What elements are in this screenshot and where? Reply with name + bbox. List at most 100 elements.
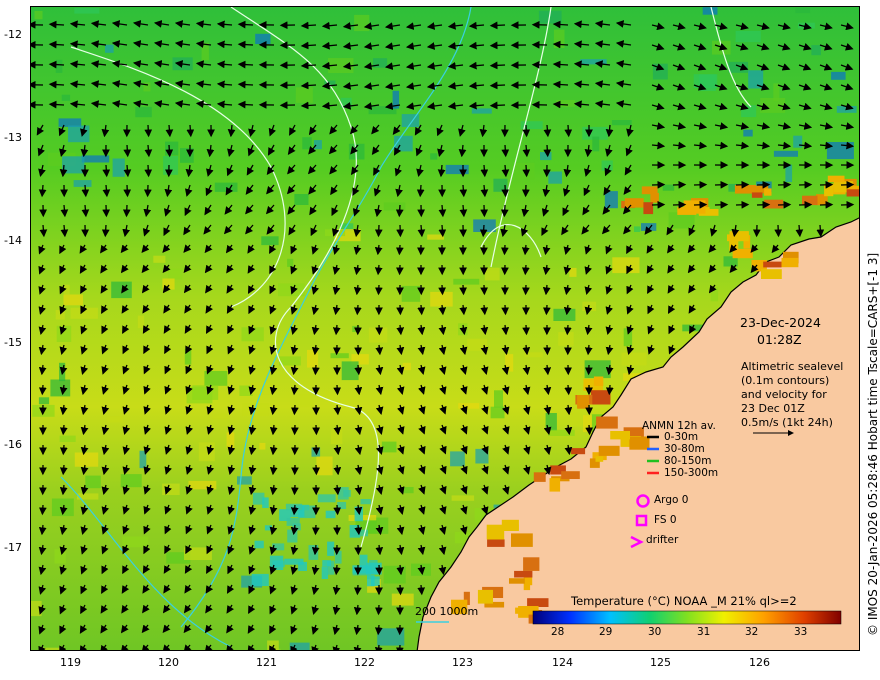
warm-patch xyxy=(763,261,782,268)
warm-patch xyxy=(577,395,590,409)
sst-patch xyxy=(698,74,716,91)
velocity-arrow xyxy=(459,204,468,218)
velocity-arrow xyxy=(353,584,362,596)
velocity-arrow xyxy=(552,20,569,29)
warm-patch xyxy=(824,184,834,197)
velocity-arrow xyxy=(300,41,317,50)
velocity-arrow xyxy=(81,184,90,198)
sst-patch xyxy=(702,7,718,15)
velocity-arrow xyxy=(59,424,68,436)
velocity-arrow xyxy=(354,524,363,536)
sst-patch xyxy=(453,278,480,285)
velocity-arrow xyxy=(290,404,299,416)
sst-patch xyxy=(795,7,811,14)
velocity-arrow xyxy=(374,264,383,276)
velocity-arrow xyxy=(374,624,383,636)
velocity-arrow xyxy=(123,184,132,198)
velocity-arrow xyxy=(48,20,65,29)
sst-patch xyxy=(343,490,351,497)
sst-patch xyxy=(322,560,332,567)
argo-label: Argo 0 xyxy=(654,494,689,506)
sst-patch xyxy=(773,150,798,157)
warm-patch xyxy=(524,576,533,586)
sst-patch xyxy=(735,30,761,43)
lon-tick: 124 xyxy=(552,656,573,669)
velocity-arrow xyxy=(60,224,69,238)
anmn-legend-item: 0-30m xyxy=(664,431,699,443)
velocity-arrow xyxy=(417,584,426,596)
sst-patch xyxy=(68,125,90,143)
velocity-arrow xyxy=(333,484,342,496)
sst-patch xyxy=(198,442,215,462)
warm-patch xyxy=(764,188,772,196)
sst-patch xyxy=(381,441,397,453)
velocity-arrow xyxy=(237,40,254,49)
velocity-arrow xyxy=(500,204,509,218)
velocity-arrow xyxy=(395,644,404,650)
velocity-arrow xyxy=(480,184,489,198)
lon-tick: 125 xyxy=(650,656,671,669)
warm-patch xyxy=(595,456,604,462)
velocity-arrow xyxy=(521,244,530,256)
sst-patch xyxy=(111,281,132,299)
velocity-arrow xyxy=(311,364,320,376)
sst-patch xyxy=(54,549,66,564)
velocity-arrow xyxy=(186,124,195,138)
velocity-arrow xyxy=(489,61,506,70)
velocity-arrow xyxy=(500,244,509,256)
sst-patch xyxy=(63,284,70,296)
sst-patch xyxy=(401,487,414,494)
sst-patch xyxy=(450,451,465,467)
sst-patch xyxy=(558,332,574,346)
sst-patch xyxy=(162,483,180,495)
sst-patch xyxy=(241,327,264,342)
sst-patch xyxy=(188,480,217,490)
velocity-arrow xyxy=(38,184,47,198)
velocity-arrow xyxy=(123,164,132,178)
sst-patch xyxy=(214,182,238,192)
colorbar-tick: 31 xyxy=(697,626,711,638)
velocity-arrow xyxy=(395,204,404,218)
velocity-arrow xyxy=(564,384,573,396)
velocity-arrow xyxy=(144,124,153,138)
warm-patch xyxy=(761,269,782,279)
velocity-arrow xyxy=(374,604,383,616)
velocity-arrow xyxy=(438,284,447,296)
sst-patch xyxy=(261,236,279,246)
sst-patch xyxy=(354,14,370,32)
velocity-arrow xyxy=(300,101,317,110)
sst-patch xyxy=(540,152,552,161)
sst-patch xyxy=(826,142,854,160)
sst-patch xyxy=(402,362,411,371)
map-date: 23-Dec-2024 xyxy=(740,315,821,330)
velocity-arrow xyxy=(59,464,68,476)
velocity-arrow xyxy=(605,384,614,396)
velocity-arrow xyxy=(543,124,552,138)
sst-patch xyxy=(490,406,505,419)
velocity-arrow xyxy=(237,80,254,89)
velocity-arrow xyxy=(521,264,530,276)
warm-patch xyxy=(505,524,519,530)
sst-patch xyxy=(192,385,219,400)
sst-patch xyxy=(612,257,640,274)
velocity-arrow xyxy=(165,124,174,138)
altimetry-line: 0.5m/s (1kt 24h) xyxy=(741,416,833,429)
sst-patch xyxy=(298,561,307,571)
map-panel xyxy=(30,6,860,651)
warm-patch xyxy=(523,557,540,571)
sst-patch xyxy=(153,255,166,263)
velocity-arrow xyxy=(552,40,569,49)
colorbar-tick: 28 xyxy=(551,626,565,638)
velocity-arrow xyxy=(48,60,65,69)
sst-patch xyxy=(40,647,61,650)
velocity-arrow xyxy=(300,61,317,70)
credit-text: © IMOS 20-Jan-2026 05:28:46 Hobart time … xyxy=(866,252,880,636)
warm-patch xyxy=(527,598,549,607)
velocity-arrow xyxy=(38,504,47,516)
sst-patch xyxy=(831,71,846,80)
warm-patch xyxy=(629,436,650,450)
altimetry-line: and velocity for xyxy=(741,388,827,401)
velocity-arrow xyxy=(81,204,90,218)
sst-patch xyxy=(662,184,675,191)
velocity-arrow xyxy=(144,144,153,158)
